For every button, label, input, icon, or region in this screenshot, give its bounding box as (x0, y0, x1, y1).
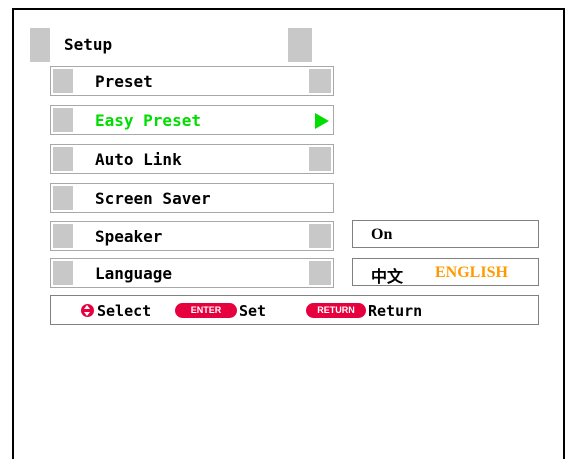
menu-item-label: Speaker (95, 227, 163, 246)
menu-item-left-block (53, 147, 73, 171)
language-option-chinese[interactable]: 中文 (371, 263, 403, 287)
setup-header: Setup (30, 28, 312, 62)
submenu-arrow-icon (315, 113, 329, 129)
page-title: Setup (64, 35, 113, 54)
enter-key-label: ENTER (190, 305, 222, 315)
menu-item-label: Auto Link (95, 150, 182, 169)
menu-item-label: Easy Preset (95, 111, 201, 130)
menu-item-easy-preset[interactable]: Easy Preset (50, 105, 334, 135)
help-return-label: Return (368, 302, 423, 320)
help-bar: Select ENTER Set RETURN Return (50, 295, 539, 325)
menu-item-language[interactable]: Language (50, 258, 334, 288)
menu-item-right-block (309, 261, 331, 285)
up-down-icon (81, 304, 94, 317)
help-set-label: Set (239, 302, 267, 320)
menu-item-right-block (309, 69, 331, 93)
menu-item-right-block (309, 224, 331, 248)
menu-item-left-block (53, 69, 73, 93)
language-value-box[interactable]: 中文 ENGLISH (352, 258, 539, 286)
menu-item-right-block (309, 147, 331, 171)
speaker-value-box[interactable]: On (352, 220, 539, 248)
speaker-value: On (371, 226, 393, 243)
menu-item-preset[interactable]: Preset (50, 66, 334, 96)
header-right-block (288, 28, 312, 62)
menu-item-left-block (53, 261, 73, 285)
menu-item-left-block (53, 186, 73, 210)
menu-item-screen-saver[interactable]: Screen Saver (50, 183, 334, 213)
return-key-icon: RETURN (306, 303, 366, 318)
menu-item-auto-link[interactable]: Auto Link (50, 144, 334, 174)
enter-key-icon: ENTER (175, 303, 237, 318)
help-select-label: Select (97, 302, 152, 320)
header-left-block (30, 28, 50, 62)
menu-item-left-block (53, 108, 73, 132)
return-key-label: RETURN (317, 305, 355, 315)
menu-item-speaker[interactable]: Speaker (50, 221, 334, 251)
menu-item-left-block (53, 224, 73, 248)
language-option-english[interactable]: ENGLISH (435, 264, 508, 282)
menu-item-label: Preset (95, 72, 153, 91)
menu-item-label: Language (95, 264, 173, 283)
menu-item-label: Screen Saver (95, 189, 211, 208)
